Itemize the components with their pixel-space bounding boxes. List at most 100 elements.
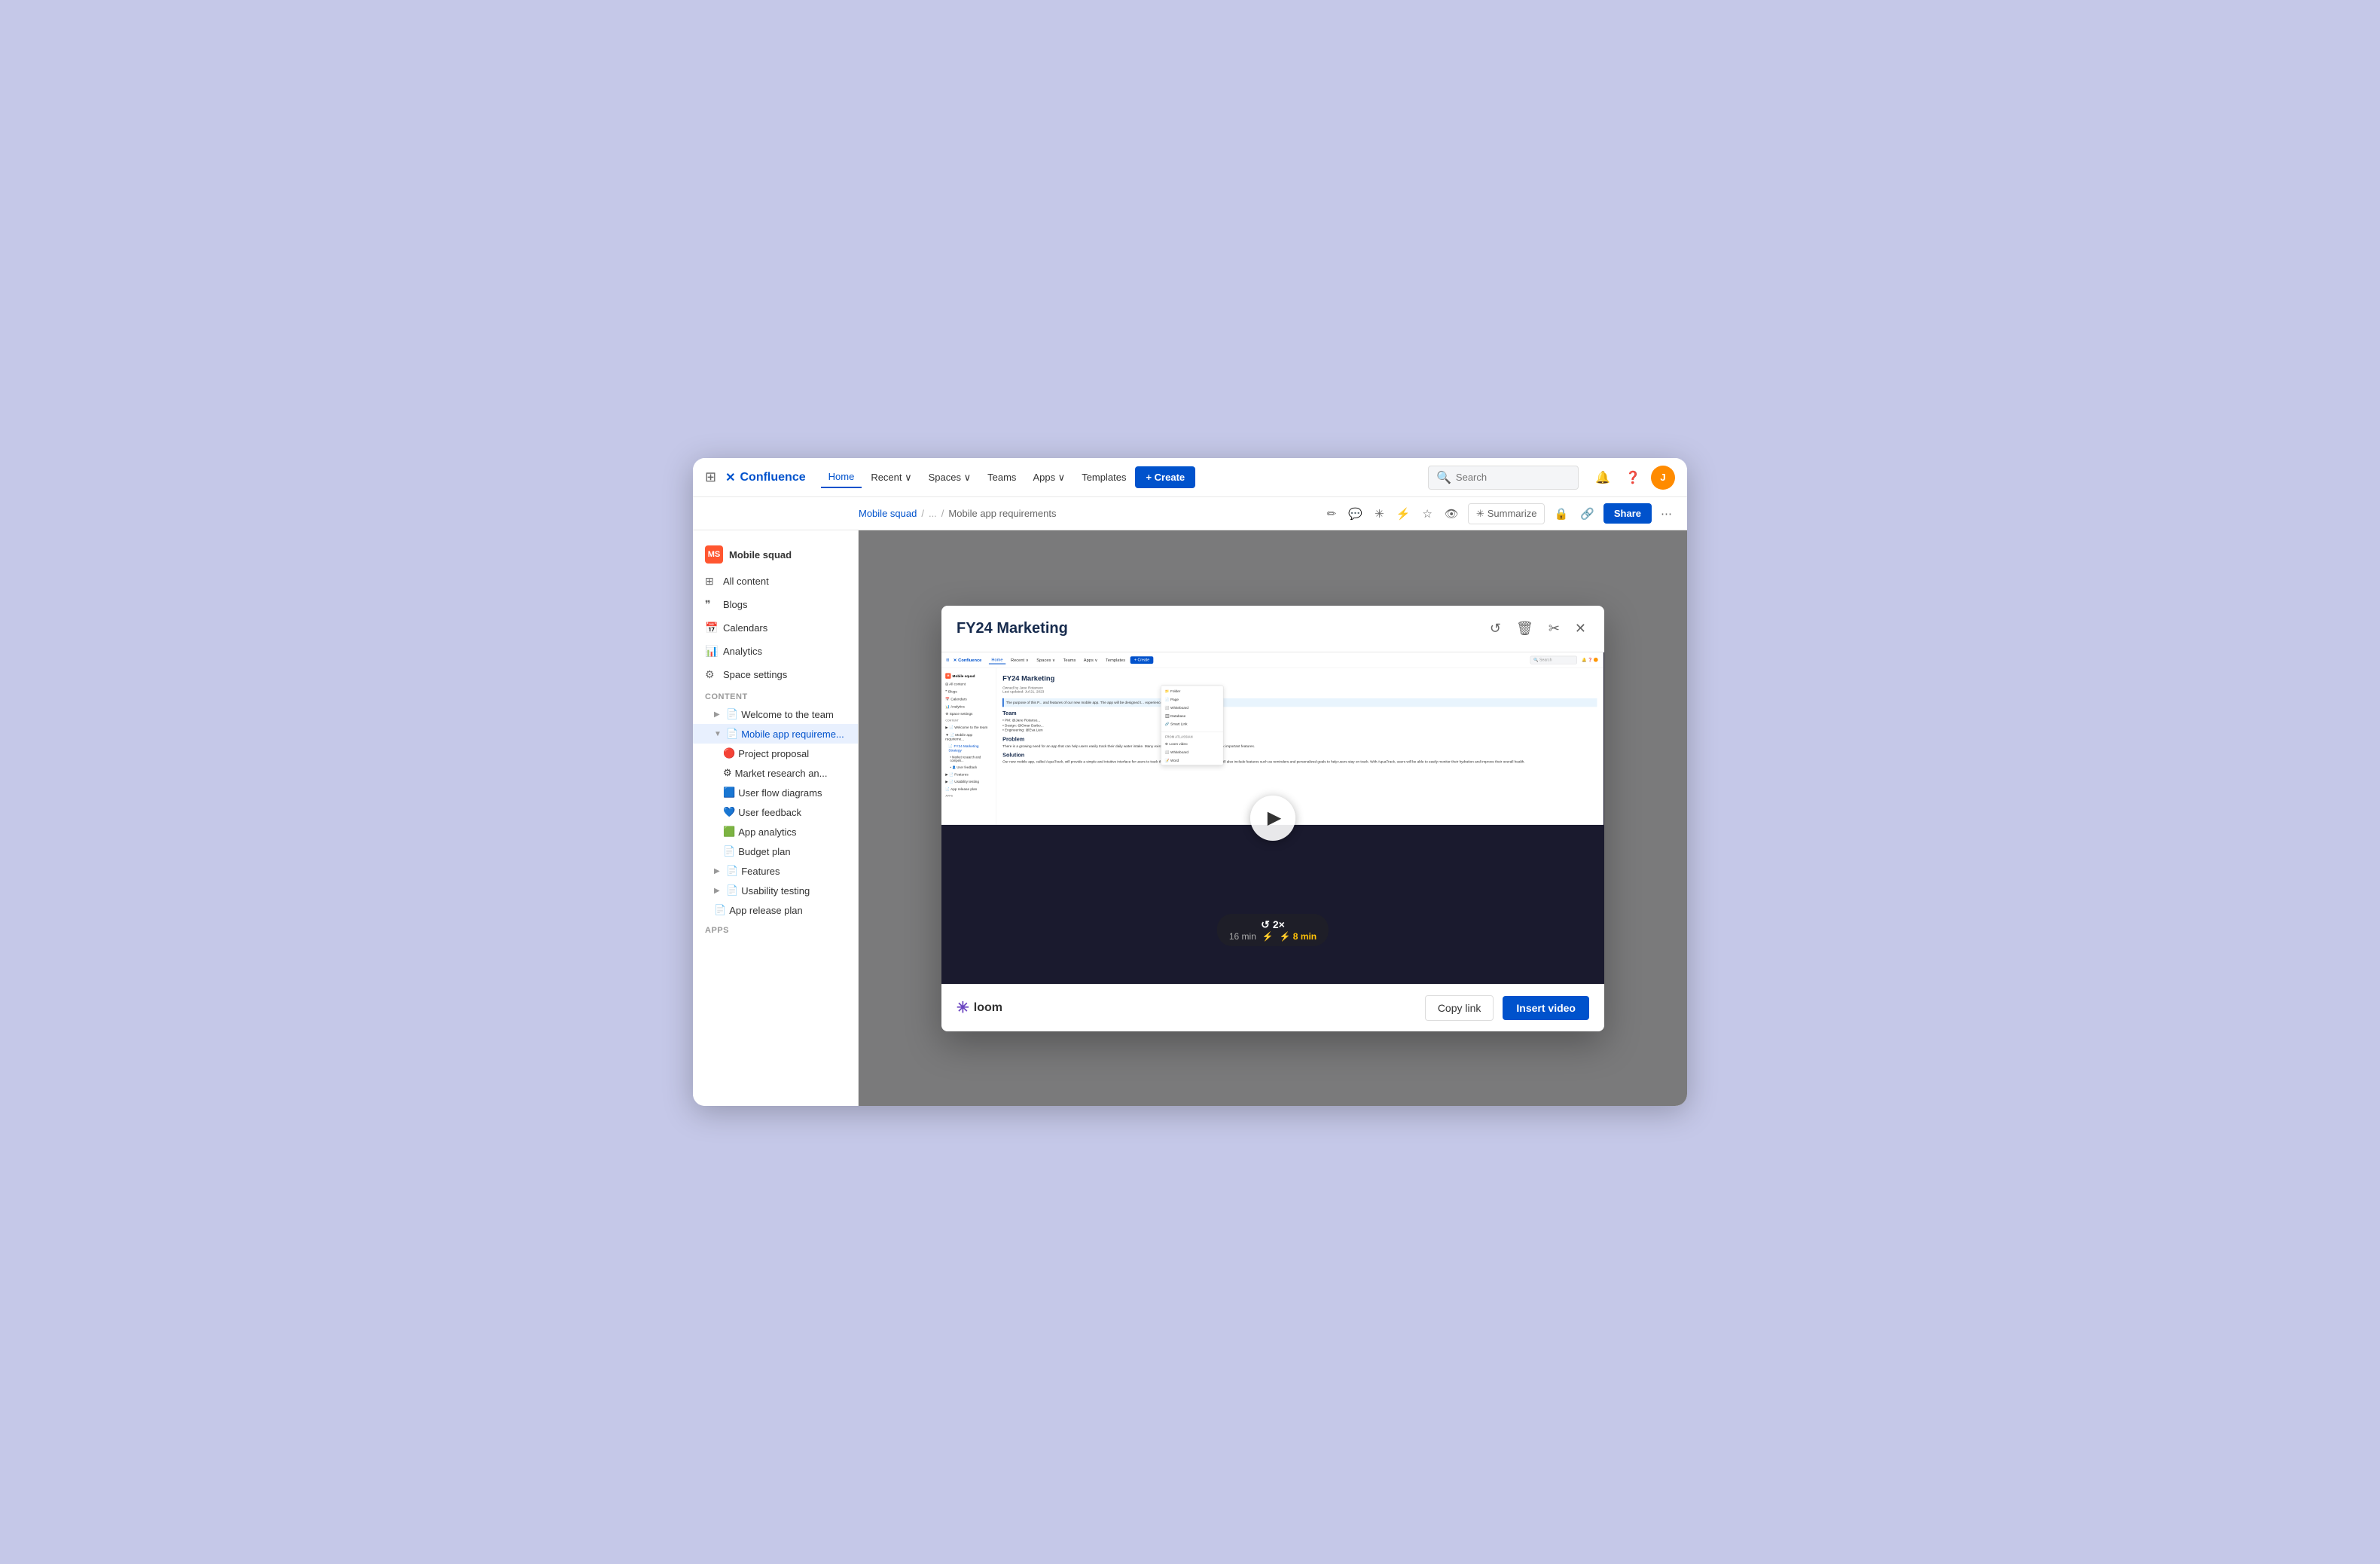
ai-icon[interactable]: ✳ [1372,504,1387,524]
modal-header: FY24 Marketing ↺ 🗑 ✂ ✕ [941,606,1604,652]
tree-icon: 📄 [726,728,738,740]
mini-search: 🔍 Search [1530,655,1576,664]
nav-links: Home Recent ∨ Spaces ∨ Teams Apps ∨ Temp… [821,466,1422,488]
breadcrumb-space[interactable]: Mobile squad [859,508,917,519]
lock-icon[interactable]: 🔒 [1551,504,1571,524]
mini-tree-welcome: ▶ 📄 Welcome to the team [941,723,996,731]
breadcrumb-sep1: / [921,508,924,519]
nav-apps[interactable]: Apps ∨ [1025,467,1073,488]
chevron-icon: ▶ [714,710,723,719]
loom-modal: FY24 Marketing ↺ 🗑 ✂ ✕ [941,606,1604,1031]
lightning-icon[interactable]: ⚡ [1393,504,1414,524]
search-bar[interactable]: 🔍 [1428,466,1579,490]
mini-apps-section: APPS [941,793,996,799]
tree-market-label: Market research an... [735,768,828,779]
mini-tree-release: 📄 App release plan [941,785,996,793]
sidebar-item-calendars[interactable]: 📅 Calendars [693,616,858,640]
chevron-icon: ▼ [714,730,723,738]
mini-solution-text: Our new mobile app, called AquaTrack, wi… [1002,759,1597,765]
tree-icon: 📄 [723,845,735,857]
space-name: Mobile squad [729,549,792,561]
notifications-icon[interactable]: 🔔 [1591,466,1615,490]
tree-usability[interactable]: ▶ 📄 Usability testing [693,881,858,900]
time-fast: ⚡ 8 min [1280,931,1317,942]
mini-settings: ⚙ Space settings [941,710,996,717]
modal-header-actions: ↺ 🗑 ✂ ✕ [1487,618,1589,640]
tree-icon: 📄 [726,865,738,877]
share-button[interactable]: Share [1603,503,1652,524]
search-input[interactable] [1456,472,1561,483]
tree-mobile-req-label: Mobile app requireme... [741,729,844,740]
link-icon[interactable]: 🔗 [1577,504,1597,524]
play-overlay[interactable]: ▶ [1250,796,1295,841]
grid-icon[interactable]: ⊞ [705,469,716,485]
sidebar-item-calendars-label: Calendars [723,622,767,634]
mini-nav-apps: Apps ∨ [1081,656,1100,664]
tree-project-label: Project proposal [738,748,809,759]
modal-overlay[interactable]: FY24 Marketing ↺ 🗑 ✂ ✕ [859,530,1687,1106]
nav-templates[interactable]: Templates [1074,467,1134,487]
apps-section-label: APPS [693,920,858,938]
mini-dropdown-smartlink: 🔗 Smart Link [1161,719,1223,728]
mini-dropdown-main-section: 📁 Folder 📄 Page ⬜ Whiteboard 🗄 Database … [1161,686,1223,730]
sidebar-item-all-content[interactable]: ⊞ All content [693,570,858,593]
search-icon: 🔍 [1436,470,1451,485]
tree-app-release[interactable]: 📄 App release plan [693,900,858,920]
mini-space-label: Mobile squad [953,674,975,677]
video-preview[interactable]: ⊞ ✕ Confluence Home Recent ∨ Spaces ∨ Te… [941,652,1604,984]
mini-space-icon: M [945,673,950,678]
scissors-button[interactable]: ✂ [1545,618,1563,640]
more-icon[interactable]: ⋯ [1658,504,1675,524]
mini-nav-home: Home [989,655,1006,663]
copy-link-button[interactable]: Copy link [1425,995,1494,1021]
close-button[interactable]: ✕ [1572,618,1589,640]
sidebar-space: MS Mobile squad [693,539,858,570]
mini-notif: 🔔 ❓ 🟠 [1582,658,1598,662]
mini-dropdown-word: 📝 Word [1161,756,1223,765]
mini-create-dropdown: 📁 Folder 📄 Page ⬜ Whiteboard 🗄 Database … [1161,685,1223,765]
tree-app-analytics[interactable]: 🟩 App analytics [693,822,858,842]
avatar[interactable]: J [1651,466,1675,490]
star-icon[interactable]: ☆ [1419,504,1435,524]
lightning-icon: ⚡ [1262,931,1274,942]
nav-teams[interactable]: Teams [980,467,1024,487]
summarize-icon: ✳ [1476,508,1484,520]
mini-calendars: 📅 Calendars [941,695,996,703]
insert-video-button[interactable]: Insert video [1503,996,1589,1020]
tree-user-flow[interactable]: 🟦 User flow diagrams [693,783,858,802]
nav-spaces[interactable]: Spaces ∨ [921,467,979,488]
mini-nav: ⊞ ✕ Confluence Home Recent ∨ Spaces ∨ Te… [941,652,1603,668]
tree-welcome[interactable]: ▶ 📄 Welcome to the team [693,704,858,724]
mini-create-btn: + Create [1130,656,1153,664]
trash-button[interactable]: 🗑 [1513,618,1536,640]
mini-logo: ✕ Confluence [954,657,982,662]
comment-icon[interactable]: 💬 [1345,504,1365,524]
sidebar-item-blogs[interactable]: ❞ Blogs [693,593,858,616]
summarize-button[interactable]: ✳ Summarize [1468,503,1545,524]
tree-market-research[interactable]: ⚙ Market research an... [693,763,858,783]
create-button[interactable]: + Create [1135,466,1195,488]
tree-user-feedback[interactable]: 💙 User feedback [693,802,858,822]
mini-nav-spaces: Spaces ∨ [1034,656,1058,664]
sidebar-item-analytics[interactable]: 📊 Analytics [693,640,858,663]
chevron-icon: ▶ [714,887,723,895]
nav-recent[interactable]: Recent ∨ [863,467,919,488]
tree-mobile-req[interactable]: ▼ 📄 Mobile app requireme... [693,724,858,744]
mini-page-title: FY24 Marketing [1002,674,1597,683]
browser-window: ⊞ ✕ Confluence Home Recent ∨ Spaces ∨ Te… [693,458,1687,1106]
eye-icon[interactable]: 👁 [1442,504,1462,524]
mini-problem-title: Problem [1002,735,1597,741]
tree-release-label: App release plan [729,905,803,916]
play-button[interactable]: ▶ [1250,796,1295,841]
mini-dropdown-page: 📄 Page [1161,695,1223,704]
tree-budget[interactable]: 📄 Budget plan [693,842,858,861]
help-icon[interactable]: ❓ [1621,466,1645,490]
nav-home[interactable]: Home [821,466,862,488]
mini-blue-box: The purpose of this P... and features of… [1002,698,1597,706]
undo-button[interactable]: ↺ [1487,618,1504,640]
sidebar-item-settings[interactable]: ⚙ Space settings [693,663,858,686]
edit-icon[interactable]: ✏ [1324,504,1340,524]
tree-project-proposal[interactable]: 🔴 Project proposal [693,744,858,763]
tree-features[interactable]: ▶ 📄 Features [693,861,858,881]
modal-footer: ✳ loom Copy link Insert video [941,984,1604,1031]
